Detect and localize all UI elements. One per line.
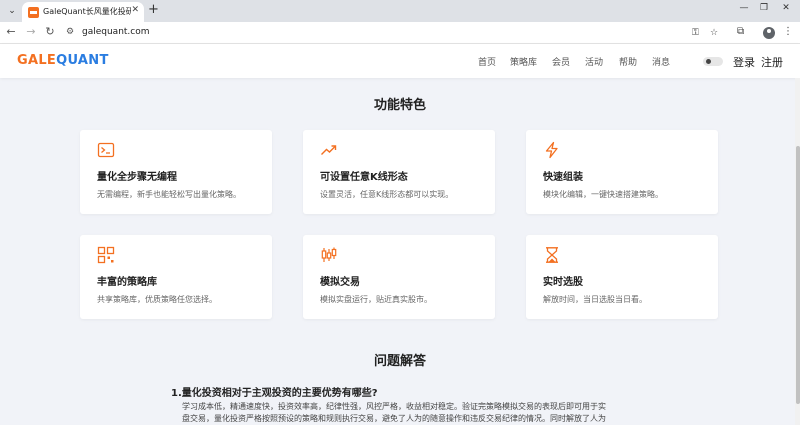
- browser-tab-bar: ⌄ GaleQuant长风量化投研平台 ✕ + — ❐ ✕: [0, 0, 800, 22]
- feature-title: 可设置任意K线形态: [320, 172, 408, 183]
- nav-activities[interactable]: 活动: [585, 55, 603, 68]
- site-info-icon[interactable]: ⚙: [66, 27, 74, 37]
- login-link[interactable]: 登录: [733, 54, 755, 70]
- forward-icon[interactable]: →: [24, 25, 38, 38]
- feature-description: 模块化编辑，一键快速搭建策略。: [543, 190, 663, 199]
- feature-title: 丰富的策略库: [97, 277, 157, 288]
- page-scrollbar[interactable]: [795, 78, 800, 425]
- close-window-icon[interactable]: ✕: [778, 3, 794, 13]
- profile-avatar-icon[interactable]: [763, 27, 775, 39]
- faq-title: 问题解答: [373, 354, 426, 369]
- nav-membership[interactable]: 会员: [552, 55, 570, 68]
- tab-close-icon[interactable]: ✕: [131, 5, 139, 15]
- password-key-icon[interactable]: ⚿: [692, 28, 699, 38]
- feature-card[interactable]: 丰富的策略库 共享策略库，优质策略任您选择。: [80, 235, 272, 319]
- tab-search-chevron-icon[interactable]: ⌄: [4, 3, 20, 19]
- browser-menu-icon[interactable]: ⋮: [783, 26, 793, 37]
- new-tab-icon[interactable]: +: [148, 2, 159, 18]
- minimize-icon[interactable]: —: [736, 3, 752, 13]
- bookmark-star-icon[interactable]: ☆: [710, 28, 718, 38]
- feature-description: 模拟实盘运行，贴近真实股市。: [320, 295, 432, 304]
- feature-title: 实时选股: [543, 277, 583, 288]
- feature-description: 解放时间，当日选股当日看。: [543, 295, 647, 304]
- site-logo[interactable]: GALEQUANT: [17, 53, 109, 68]
- feature-description: 设置灵活，任意K线形态都可以实现。: [320, 190, 454, 199]
- qrcode-icon: [97, 246, 115, 264]
- hourglass-icon: [546, 247, 558, 263]
- nav-help[interactable]: 帮助: [619, 55, 637, 68]
- extensions-icon[interactable]: ⧉: [737, 26, 744, 37]
- features-title: 功能特色: [373, 98, 426, 113]
- url-text[interactable]: galequant.com: [82, 27, 150, 37]
- feature-card[interactable]: 实时选股 解放时间，当日选股当日看。: [526, 235, 718, 319]
- trend-up-icon: [321, 145, 337, 155]
- faq-answer-line: 盘交易，量化投资严格按照预设的策略和规则执行交易，避免了人为的随意操作和违反交易…: [182, 414, 606, 423]
- site-header: GALEQUANT 首页 策略库 会员 活动 帮助 消息 登录 注册: [0, 44, 800, 78]
- nav-home[interactable]: 首页: [478, 55, 496, 68]
- theme-toggle[interactable]: [703, 57, 723, 66]
- feature-card[interactable]: 快速组装 模块化编辑，一键快速搭建策略。: [526, 130, 718, 214]
- feature-description: 无需编程，新手也能轻松写出量化策略。: [97, 190, 241, 199]
- feature-description: 共享策略库，优质策略任您选择。: [97, 295, 217, 304]
- faq-answer-line: 学习成本低，精通速度快，投资效率高，纪律性强，风控严格，收益相对稳定。验证完策略…: [182, 402, 606, 411]
- site-favicon-icon: [28, 7, 39, 18]
- browser-toolbar: ← → ↻ ⚙ galequant.com ⚿ ☆ ⧉ ⋮: [0, 22, 800, 44]
- reload-icon[interactable]: ↻: [43, 25, 57, 38]
- address-bar[interactable]: ⚙ galequant.com ⚿ ☆: [60, 24, 720, 42]
- feature-title: 模拟交易: [320, 277, 360, 288]
- feature-card[interactable]: 模拟交易 模拟实盘运行，贴近真实股市。: [303, 235, 495, 319]
- lightning-icon: [545, 141, 558, 159]
- terminal-icon: [97, 142, 115, 158]
- back-icon[interactable]: ←: [4, 25, 18, 38]
- browser-tab[interactable]: GaleQuant长风量化投研平台 ✕: [22, 2, 144, 22]
- candlestick-icon: [321, 247, 337, 262]
- feature-card[interactable]: 量化全步骤无编程 无需编程，新手也能轻松写出量化策略。: [80, 130, 272, 214]
- feature-title: 量化全步骤无编程: [97, 172, 177, 183]
- feature-title: 快速组装: [543, 172, 583, 183]
- scrollbar-thumb[interactable]: [796, 146, 800, 404]
- restore-icon[interactable]: ❐: [756, 3, 772, 13]
- register-link[interactable]: 注册: [761, 54, 783, 70]
- faq-answer: 学习成本低，精通速度快，投资效率高，纪律性强，风控严格，收益相对稳定。验证完策略…: [182, 401, 632, 425]
- nav-messages[interactable]: 消息: [652, 55, 670, 68]
- faq-question: 1.量化投资相对于主观投资的主要优势有哪些?: [171, 388, 378, 399]
- tab-title: GaleQuant长风量化投研平台: [43, 7, 131, 16]
- nav-strategy-library[interactable]: 策略库: [510, 55, 537, 68]
- feature-card[interactable]: 可设置任意K线形态 设置灵活，任意K线形态都可以实现。: [303, 130, 495, 214]
